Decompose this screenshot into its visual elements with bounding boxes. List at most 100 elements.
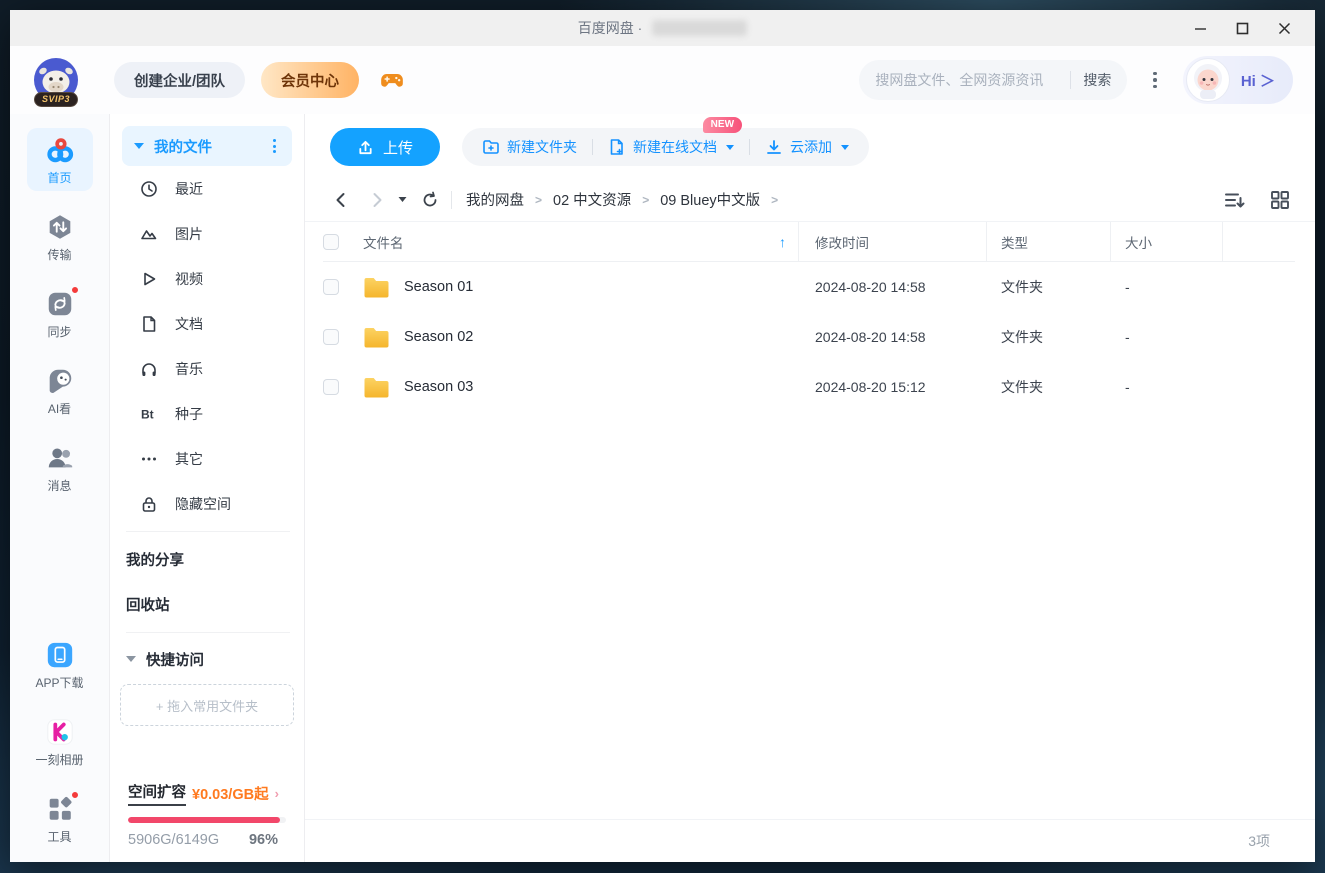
svip-badge: SVIP3 xyxy=(33,92,79,107)
back-button[interactable] xyxy=(330,189,352,211)
bt-icon: Bt xyxy=(141,407,154,421)
column-header-time[interactable]: 修改时间 xyxy=(799,222,987,261)
window-title: 百度网盘 · xyxy=(577,20,643,36)
breadcrumb-separator: > xyxy=(535,192,543,207)
vip-center-button[interactable]: 会员中心 xyxy=(261,62,360,98)
nav-item-pictures[interactable]: 图片 xyxy=(110,211,304,256)
rail-item-messages[interactable]: 消息 xyxy=(27,436,93,499)
nav-panel: 我的文件 最近 图片 视频 文档 音乐 Bt 种子 其它 隐藏空间 我的分享 回… xyxy=(110,114,305,862)
file-name[interactable]: Season 02 xyxy=(404,329,473,345)
rail-item-yike-album[interactable]: 一刻相册 xyxy=(27,710,93,773)
drop-favorite-folder-zone[interactable]: + 拖入常用文件夹 xyxy=(120,684,294,726)
nav-item-documents[interactable]: 文档 xyxy=(110,301,304,346)
my-files-more-icon[interactable] xyxy=(269,135,280,157)
breadcrumb-separator: > xyxy=(642,192,650,207)
file-name[interactable]: Season 03 xyxy=(404,379,473,395)
storage-progress-fill xyxy=(128,817,280,823)
ai-view-icon xyxy=(49,369,71,393)
minimize-button[interactable] xyxy=(1183,14,1217,42)
rail-item-ai-view[interactable]: AI看 xyxy=(27,359,93,422)
nav-item-music[interactable]: 音乐 xyxy=(110,346,304,391)
file-type: 文件夹 xyxy=(1001,379,1043,395)
game-center-icon[interactable] xyxy=(379,67,405,93)
row-checkbox[interactable] xyxy=(323,379,339,395)
new-doc-icon xyxy=(610,139,623,155)
table-row[interactable]: Season 01 2024-08-20 14:58 文件夹 - xyxy=(323,262,1295,312)
toolbar: 上传 新建文件夹 NEW 新建在线文档 云添加 xyxy=(305,114,1315,178)
breadcrumb: 我的网盘 > 02 中文资源 > 09 Bluey中文版 > xyxy=(466,189,778,210)
select-all-checkbox[interactable] xyxy=(323,233,339,250)
rail-item-app-download[interactable]: APP下载 xyxy=(27,633,93,696)
storage-usage: 5906G/6149G xyxy=(128,832,220,848)
breadcrumb-divider xyxy=(451,190,452,209)
search-button[interactable]: 搜索 xyxy=(1083,70,1111,90)
nav-item-torrents[interactable]: Bt 种子 xyxy=(110,391,304,436)
new-online-doc-button[interactable]: NEW 新建在线文档 xyxy=(608,117,743,157)
rail-item-sync[interactable]: 同步 xyxy=(27,282,93,345)
breadcrumb-item-1[interactable]: 02 中文资源 xyxy=(553,189,631,210)
app-download-icon xyxy=(47,642,72,668)
nav-item-recycle-bin[interactable]: 回收站 xyxy=(110,582,304,627)
table-row[interactable]: Season 02 2024-08-20 14:58 文件夹 - xyxy=(323,312,1295,362)
nav-item-my-shares[interactable]: 我的分享 xyxy=(110,537,304,582)
new-folder-button[interactable]: 新建文件夹 xyxy=(482,137,577,157)
table-row[interactable]: Season 03 2024-08-20 15:12 文件夹 - xyxy=(323,362,1295,412)
storage-expand-link[interactable]: 空间扩容 ¥0.03/GB起 › xyxy=(128,781,286,806)
maximize-button[interactable] xyxy=(1225,14,1259,42)
nav-quick-access[interactable]: 快捷访问 xyxy=(110,638,304,680)
row-checkbox[interactable] xyxy=(323,279,339,295)
file-modified-time: 2024-08-20 14:58 xyxy=(815,329,926,345)
search-input[interactable] xyxy=(875,72,1059,88)
play-icon xyxy=(144,272,156,285)
app-window: 百度网盘 · SVIP3 创建企业/团队 会员中心 搜网盘文件、全网资源资讯 搜… xyxy=(10,10,1315,862)
breadcrumb-item-root[interactable]: 我的网盘 xyxy=(466,189,524,210)
yike-album-icon xyxy=(46,719,73,745)
more-menu-icon[interactable] xyxy=(1145,64,1165,97)
folder-icon xyxy=(364,327,389,347)
close-button[interactable] xyxy=(1267,14,1301,42)
breadcrumb-item-2[interactable]: 09 Bluey中文版 xyxy=(660,189,760,210)
storage-panel: 空间扩容 ¥0.03/GB起 › 5906G/6149G 96% xyxy=(110,781,304,848)
sort-order-button[interactable] xyxy=(1224,190,1246,210)
nav-item-recent[interactable]: 最近 xyxy=(110,166,304,211)
picture-icon xyxy=(141,229,157,239)
user-avatar[interactable]: SVIP3 xyxy=(32,56,80,107)
column-header-name[interactable]: 文件名 ↑ xyxy=(359,222,799,261)
quick-access-triangle-icon xyxy=(126,656,136,662)
refresh-button[interactable] xyxy=(419,189,441,211)
upload-button[interactable]: 上传 xyxy=(330,128,441,166)
row-checkbox[interactable] xyxy=(323,329,339,345)
toolbar-divider xyxy=(592,139,594,155)
grid-view-button[interactable] xyxy=(1270,190,1290,210)
cloud-add-button[interactable]: 云添加 xyxy=(765,137,850,157)
rail-item-home[interactable]: 首页 xyxy=(26,128,93,191)
lock-icon xyxy=(142,496,156,512)
column-header-size[interactable]: 大小 xyxy=(1111,222,1223,261)
nav-my-files[interactable]: 我的文件 xyxy=(122,126,292,166)
forward-button[interactable] xyxy=(366,189,388,211)
chevron-right-icon: › xyxy=(274,786,279,801)
file-size: - xyxy=(1125,329,1130,345)
messages-icon xyxy=(48,448,72,468)
item-count: 3项 xyxy=(1248,833,1270,849)
nav-item-videos[interactable]: 视频 xyxy=(110,256,304,301)
upload-icon xyxy=(359,140,372,154)
file-size: - xyxy=(1125,279,1130,295)
clock-icon xyxy=(141,180,157,197)
history-dropdown-icon[interactable] xyxy=(396,194,409,205)
assistant-button[interactable]: Hi ＞ xyxy=(1182,56,1293,104)
nav-item-other[interactable]: 其它 xyxy=(110,436,304,481)
rail-item-tools[interactable]: 工具 xyxy=(27,787,93,850)
file-list-empty-area xyxy=(305,412,1315,819)
titlebar: 百度网盘 · xyxy=(10,10,1315,46)
column-header-type[interactable]: 类型 xyxy=(987,222,1111,261)
sync-icon xyxy=(48,292,71,316)
sort-ascending-icon: ↑ xyxy=(779,233,786,250)
headphones-icon xyxy=(142,362,156,376)
file-name[interactable]: Season 01 xyxy=(404,279,473,295)
storage-percent: 96% xyxy=(248,832,278,848)
rail-item-transfer[interactable]: 传输 xyxy=(27,205,93,268)
create-team-button[interactable]: 创建企业/团队 xyxy=(114,62,246,98)
collapse-triangle-icon[interactable] xyxy=(134,143,144,149)
nav-item-hidden-space[interactable]: 隐藏空间 xyxy=(110,481,304,526)
